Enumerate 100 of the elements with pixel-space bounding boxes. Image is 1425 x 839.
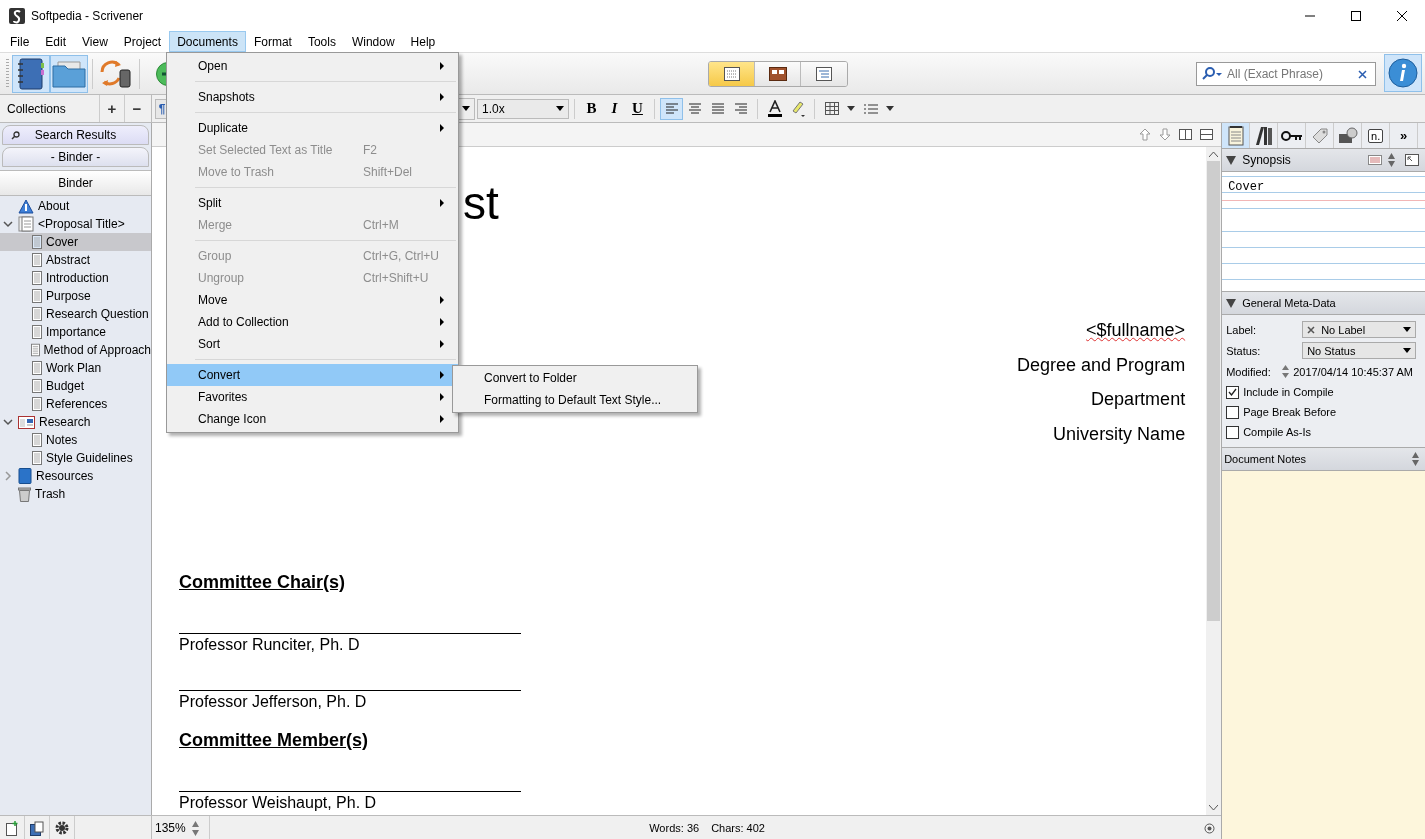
italic-button[interactable]: I	[603, 97, 626, 120]
close-icon	[1397, 10, 1407, 21]
binder-item[interactable]: References	[0, 395, 151, 413]
spinner-icon[interactable]	[1388, 153, 1395, 167]
binder-item[interactable]: Purpose	[0, 287, 151, 305]
line-spacing-dropdown[interactable]: 1.0x	[477, 98, 569, 119]
menu-item[interactable]: Snapshots	[167, 86, 458, 108]
binder-item[interactable]: Introduction	[0, 269, 151, 287]
checkbox-label: Compile As-Is	[1243, 426, 1311, 438]
menu-item[interactable]: Documents	[169, 31, 246, 52]
view-mode-button[interactable]	[709, 62, 755, 86]
gear-icon	[54, 820, 70, 836]
warning-triangle-icon	[18, 198, 34, 214]
menu-item[interactable]: Window	[343, 31, 403, 52]
align-left-button[interactable]	[660, 97, 683, 120]
target-icon[interactable]	[1204, 822, 1216, 834]
binder-item[interactable]: Notes	[0, 431, 151, 449]
menu-item[interactable]: Move	[167, 289, 458, 311]
more-tabs-button[interactable]: »	[1390, 123, 1419, 148]
menu-item[interactable]: Open	[167, 55, 458, 77]
binder-item[interactable]: Research	[0, 413, 151, 431]
collapse-triangle-icon[interactable]	[1226, 298, 1237, 308]
menu-item[interactable]: Convert	[167, 364, 458, 386]
binder-tab[interactable]: - Binder -	[2, 147, 149, 167]
underline-button[interactable]: U	[626, 97, 649, 120]
collapse-triangle-icon[interactable]	[1226, 155, 1237, 165]
menu-item[interactable]: Formatting to Default Text Style...	[453, 389, 697, 411]
caret-icon	[886, 106, 894, 111]
field-label: Status:	[1226, 344, 1262, 357]
scroll-down-icon[interactable]	[1209, 805, 1219, 811]
binder-item[interactable]: Cover	[0, 233, 151, 251]
expanded-chevron-icon[interactable]	[3, 220, 13, 228]
menu-item[interactable]: Tools	[299, 31, 344, 52]
menu-item[interactable]: Sort	[167, 333, 458, 355]
expand-icon[interactable]	[1405, 154, 1419, 166]
search-field[interactable]: All (Exact Phrase)	[1196, 62, 1376, 86]
bold-button[interactable]: B	[580, 97, 603, 120]
menu-item[interactable]: View	[74, 31, 116, 52]
collection-button[interactable]: +	[99, 95, 124, 122]
menu-item[interactable]: Project	[115, 31, 170, 52]
down-arrow-icon[interactable]	[1159, 128, 1172, 141]
address-line: Department	[1091, 389, 1186, 409]
binder-tab[interactable]: Search Results	[2, 125, 149, 145]
document-icon	[32, 235, 42, 249]
menu-item[interactable]: Add to Collection	[167, 311, 458, 333]
book-icon	[18, 468, 32, 484]
binder-item[interactable]: Importance	[0, 323, 151, 341]
lines-icon[interactable]	[1368, 155, 1382, 165]
view-mode-button[interactable]	[755, 62, 801, 86]
binder-item[interactable]: Abstract	[0, 251, 151, 269]
clear-icon[interactable]	[1358, 69, 1367, 79]
spinner-icon[interactable]	[191, 820, 199, 836]
split-horizontal-icon[interactable]	[1200, 129, 1214, 140]
binder-item[interactable]: Research Question	[0, 305, 151, 323]
menu-item[interactable]: Change Icon	[167, 408, 458, 430]
expanded-chevron-icon[interactable]	[3, 418, 13, 426]
modified-date: 2017/04/14 10:45:37 AM	[1293, 365, 1414, 378]
view-mode-button[interactable]	[801, 62, 847, 86]
binder-item[interactable]: Style Guidelines	[0, 449, 151, 467]
inspector-tab[interactable]: n.	[1362, 123, 1391, 148]
zoom-level[interactable]: 135%	[155, 821, 186, 835]
scrollbar[interactable]	[1206, 147, 1222, 815]
menu-item[interactable]: Format	[245, 31, 300, 52]
binder-item[interactable]: Trash	[0, 485, 151, 503]
toolbar-button[interactable]	[12, 54, 50, 93]
spinner-icon[interactable]	[1282, 365, 1290, 378]
inspector-button[interactable]	[1384, 54, 1422, 92]
inspector-tab[interactable]	[1222, 123, 1251, 148]
inspector-tab[interactable]	[1278, 123, 1307, 148]
address-line: Degree and Program	[1017, 354, 1186, 375]
menu-item[interactable]: Split	[167, 192, 458, 214]
menu-item[interactable]: Help	[402, 31, 444, 52]
binder-item[interactable]: Method of Approach	[0, 341, 151, 359]
split-vertical-icon[interactable]	[1179, 129, 1193, 140]
menu-item[interactable]: Duplicate	[167, 117, 458, 139]
status-dropdown[interactable]: No Status	[1302, 342, 1417, 359]
menu-item[interactable]: File	[2, 31, 38, 52]
menu-item[interactable]: Edit	[37, 31, 75, 52]
scroll-up-icon[interactable]	[1209, 151, 1219, 157]
checkbox[interactable]	[1226, 385, 1240, 399]
caret-icon	[847, 106, 855, 111]
binder-item[interactable]: Work Plan	[0, 359, 151, 377]
tag-icon	[1310, 126, 1329, 145]
binder-item[interactable]: <Proposal Title>	[0, 215, 151, 233]
label-dropdown[interactable]: No Label	[1302, 321, 1417, 338]
binder-icon	[16, 57, 46, 90]
binder-item[interactable]: Budget	[0, 377, 151, 395]
signatory-name: Professor Weishaupt, Ph. D	[179, 793, 378, 813]
corkboard-icon	[768, 67, 787, 81]
align-left-icon	[664, 102, 679, 115]
section-heading: Committee Member(s)	[179, 729, 370, 752]
binder-item[interactable]: Resources	[0, 467, 151, 485]
spinner-icon[interactable]	[1412, 452, 1419, 466]
up-arrow-icon[interactable]	[1139, 128, 1152, 141]
checkbox[interactable]	[1226, 405, 1240, 419]
collection-button[interactable]: −	[124, 95, 149, 122]
document-title: st	[463, 176, 500, 231]
checkbox[interactable]	[1226, 425, 1240, 439]
list-icon	[863, 102, 878, 115]
binder-item[interactable]: About	[0, 197, 151, 215]
